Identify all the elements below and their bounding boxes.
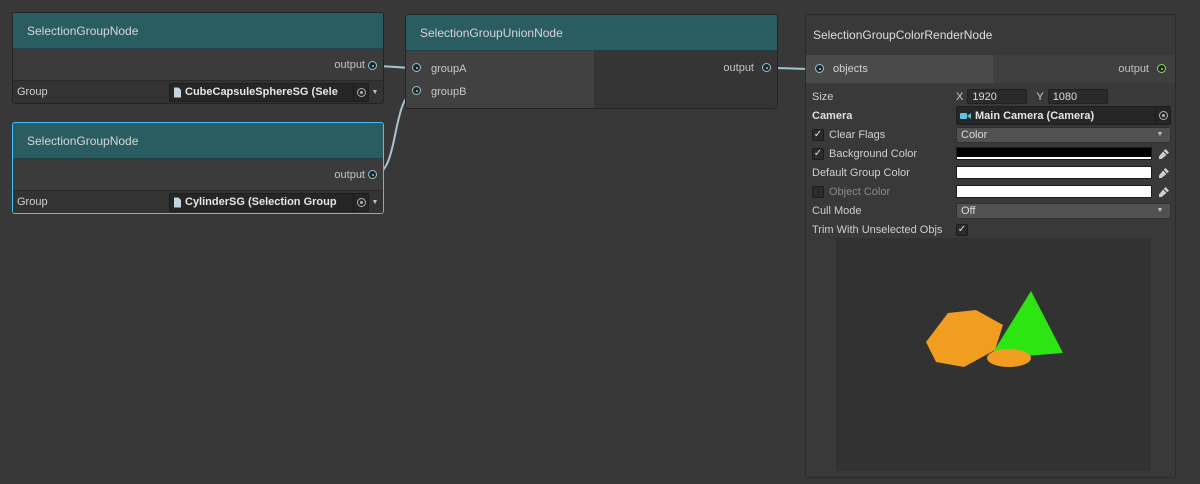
node-title: SelectionGroupNode: [27, 134, 138, 148]
output-port-label: output: [334, 59, 365, 71]
node-title-bar[interactable]: SelectionGroupColorRenderNode: [806, 15, 1175, 55]
object-picker-icon: [357, 88, 366, 97]
default-group-color-swatch[interactable]: [956, 166, 1152, 179]
background-color-row: ✓ Background Color: [812, 144, 1173, 163]
eyedropper-icon[interactable]: [1156, 148, 1171, 160]
camera-label: Camera: [812, 110, 852, 122]
camera-row: Camera Main Camera (Camera): [812, 106, 1173, 125]
output-port-label: output: [723, 57, 754, 80]
group-row: Group CylinderSG (Selection Group ▼: [13, 191, 383, 213]
group-field-label: Group: [15, 196, 169, 208]
node-selection-group-1[interactable]: SelectionGroupNode output Group CubeCaps…: [12, 12, 384, 104]
object-picker-button[interactable]: [353, 194, 368, 211]
render-node-fields: Size X 1920 Y 1080 Camera Main Camera (C…: [806, 83, 1175, 239]
node-union[interactable]: SelectionGroupUnionNode groupA groupB ou…: [405, 14, 778, 109]
port-union-output[interactable]: [762, 63, 771, 72]
selection-group-asset-icon: [173, 87, 182, 98]
eyedropper-icon[interactable]: [1156, 186, 1171, 198]
clear-flags-label: Clear Flags: [829, 129, 885, 141]
group-row: Group CubeCapsuleSphereSG (Sele ▼: [13, 81, 383, 103]
selection-group-asset-icon: [173, 197, 182, 208]
size-label: Size: [812, 91, 833, 103]
output-port-label: output: [1118, 63, 1149, 75]
background-color-checkbox[interactable]: ✓: [812, 148, 824, 160]
clear-flags-value: Color: [961, 129, 987, 141]
group-object-name: CylinderSG (Selection Group: [185, 196, 353, 208]
group-dropdown-arrow[interactable]: ▼: [369, 199, 381, 206]
group-object-field[interactable]: CubeCapsuleSphereSG (Sele: [169, 83, 369, 102]
size-y-label: Y: [1036, 91, 1043, 103]
size-row: Size X 1920 Y 1080: [812, 87, 1173, 106]
output-row: output: [13, 49, 383, 81]
object-color-row: Object Color: [812, 182, 1173, 201]
port-union-groupA[interactable]: [412, 63, 421, 72]
clear-flags-dropdown[interactable]: Color ▼: [956, 127, 1171, 143]
clear-flags-row: ✓ Clear Flags Color ▼: [812, 125, 1173, 144]
default-group-color-row: Default Group Color: [812, 163, 1173, 182]
cull-mode-dropdown[interactable]: Off ▼: [956, 203, 1171, 219]
group-dropdown-arrow[interactable]: ▼: [369, 89, 381, 96]
object-picker-button[interactable]: [353, 84, 368, 101]
chevron-down-icon: ▼: [1154, 131, 1166, 138]
camera-icon: [960, 111, 972, 121]
object-picker-button[interactable]: [1155, 107, 1170, 124]
camera-object-field[interactable]: Main Camera (Camera): [956, 106, 1171, 125]
node-title-bar[interactable]: SelectionGroupNode: [13, 123, 383, 159]
port-render-objects[interactable]: [815, 64, 824, 73]
eyedropper-icon[interactable]: [1156, 167, 1171, 179]
group-field-label: Group: [15, 86, 169, 98]
clear-flags-checkbox[interactable]: ✓: [812, 129, 824, 141]
objects-input-row: objects: [806, 55, 993, 83]
trim-label: Trim With Unselected Objs: [812, 224, 942, 236]
output-row: output: [13, 159, 383, 191]
render-preview-image: [836, 238, 1151, 471]
union-inputs-column: groupA groupB: [406, 51, 594, 108]
objects-row: objects output: [806, 55, 1175, 83]
union-node-body: groupA groupB output: [406, 51, 777, 108]
object-color-swatch[interactable]: [956, 185, 1152, 198]
object-color-checkbox[interactable]: [812, 186, 824, 198]
chevron-down-icon: ▼: [1154, 207, 1166, 214]
group-object-field[interactable]: CylinderSG (Selection Group: [169, 193, 369, 212]
cull-mode-value: Off: [961, 205, 975, 217]
background-color-label: Background Color: [829, 148, 917, 160]
render-preview: [836, 238, 1151, 471]
size-x-label: X: [956, 91, 963, 103]
port-sg2-output[interactable]: [368, 170, 377, 179]
union-output-column: output: [594, 51, 777, 108]
object-color-label: Object Color: [829, 186, 890, 198]
object-picker-icon: [1159, 111, 1168, 120]
input-groupA-row: groupA: [406, 57, 594, 80]
default-group-color-label: Default Group Color: [812, 167, 910, 179]
render-output-row: output: [993, 55, 1175, 83]
node-title: SelectionGroupUnionNode: [420, 26, 563, 40]
background-color-swatch[interactable]: [956, 147, 1152, 160]
output-port-label: output: [334, 169, 365, 181]
preview-orange-ellipse: [987, 349, 1031, 367]
trim-checkbox[interactable]: ✓: [956, 224, 968, 236]
group-object-name: CubeCapsuleSphereSG (Sele: [185, 86, 353, 98]
input-groupB-row: groupB: [406, 80, 594, 103]
graph-canvas[interactable]: SelectionGroupNode output Group CubeCaps…: [0, 0, 1200, 484]
node-color-render[interactable]: SelectionGroupColorRenderNode objects ou…: [805, 14, 1176, 478]
size-y-input[interactable]: 1080: [1048, 89, 1108, 104]
size-x-input[interactable]: 1920: [967, 89, 1027, 104]
cull-mode-row: Cull Mode Off ▼: [812, 201, 1173, 220]
node-title-bar[interactable]: SelectionGroupNode: [13, 13, 383, 49]
port-render-output[interactable]: [1157, 64, 1166, 73]
input-groupB-label: groupB: [431, 86, 466, 98]
cull-mode-label: Cull Mode: [812, 205, 862, 217]
object-picker-icon: [357, 198, 366, 207]
node-title-bar[interactable]: SelectionGroupUnionNode: [406, 15, 777, 51]
trim-row: Trim With Unselected Objs ✓: [812, 220, 1173, 239]
input-groupA-label: groupA: [431, 63, 466, 75]
camera-object-name: Main Camera (Camera): [975, 110, 1155, 122]
port-sg1-output[interactable]: [368, 61, 377, 70]
node-title: SelectionGroupColorRenderNode: [813, 28, 992, 42]
port-union-groupB[interactable]: [412, 86, 421, 95]
objects-port-label: objects: [833, 63, 868, 75]
node-selection-group-2[interactable]: SelectionGroupNode output Group Cylinder…: [12, 122, 384, 214]
node-title: SelectionGroupNode: [27, 24, 138, 38]
